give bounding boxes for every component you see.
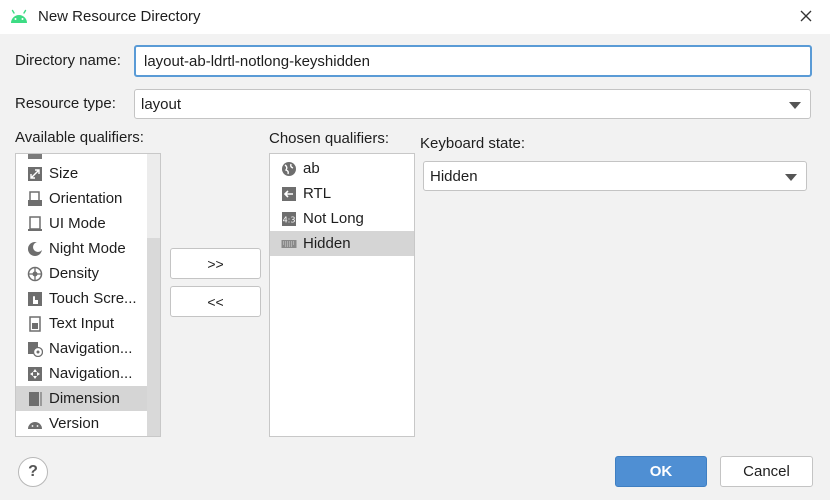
resource-type-label: Resource type: (15, 95, 116, 112)
density-icon (27, 266, 43, 282)
list-item-label: Not Long (303, 210, 364, 227)
list-item-label: Orientation (49, 190, 123, 207)
navigation-icon (27, 341, 43, 357)
orientation-icon (27, 190, 43, 207)
rtl-arrow-icon (281, 186, 297, 202)
svg-text:4:3: 4:3 (283, 215, 296, 224)
list-item[interactable]: Touch Scre... (16, 286, 149, 311)
size-icon (27, 166, 43, 182)
list-item[interactable]: UI Mode (16, 211, 149, 236)
title-bar: New Resource Directory (0, 0, 830, 34)
list-item-label: RTL (303, 185, 332, 202)
directory-name-label: Directory name: (15, 52, 121, 69)
list-item[interactable]: Navigation... (16, 361, 149, 386)
clipped-item-icon (28, 154, 42, 159)
list-item-label: Size (49, 165, 79, 182)
touch-screen-icon (27, 291, 43, 307)
resource-type-value: layout (141, 96, 182, 113)
list-item-label: UI Mode (49, 215, 106, 232)
remove-qualifier-button[interactable]: << (170, 286, 261, 317)
chevron-down-icon (789, 102, 801, 109)
ratio-icon: 4:3 (281, 211, 297, 227)
resource-type-dropdown[interactable]: layout (134, 89, 811, 119)
list-item[interactable]: ab (270, 156, 414, 181)
available-qualifiers-list[interactable]: Size Orientation UI Mode Night Mode Dens… (15, 153, 161, 437)
list-item[interactable]: RTL (270, 181, 414, 206)
scrollbar-thumb[interactable] (147, 238, 160, 436)
directory-name-input[interactable] (134, 45, 812, 77)
android-icon (27, 416, 43, 432)
help-button[interactable]: ? (18, 457, 48, 487)
keyboard-state-label: Keyboard state: (420, 135, 526, 152)
cancel-button[interactable]: Cancel (720, 456, 813, 487)
available-qualifiers-label: Available qualifiers: (15, 129, 144, 146)
text-input-icon (27, 315, 43, 332)
list-item[interactable]: Text Input (16, 311, 149, 336)
list-item-label: Hidden (303, 235, 351, 252)
list-item[interactable]: Orientation (16, 186, 149, 211)
list-item[interactable]: Dimension (16, 386, 160, 411)
list-item-label: Navigation... (49, 365, 133, 382)
add-qualifier-button[interactable]: >> (170, 248, 261, 279)
list-item-label: Night Mode (49, 240, 126, 257)
list-item-label: Version (49, 415, 100, 432)
list-item[interactable]: 4:3 Not Long (270, 206, 414, 231)
globe-icon (281, 161, 297, 177)
window-title: New Resource Directory (38, 8, 201, 25)
chevron-down-icon (785, 174, 797, 181)
keyboard-state-value: Hidden (430, 168, 478, 185)
ui-mode-icon (27, 215, 43, 232)
close-button[interactable] (796, 6, 816, 26)
list-item[interactable]: Size (16, 161, 149, 186)
close-icon (800, 10, 812, 22)
keyboard-icon (281, 236, 297, 252)
dimension-icon (27, 391, 43, 407)
ok-button[interactable]: OK (615, 456, 707, 487)
list-item-label: Touch Scre... (49, 290, 137, 307)
chosen-qualifiers-label: Chosen qualifiers: (269, 130, 390, 147)
chosen-qualifiers-list[interactable]: ab RTL 4:3 Not Long Hidden (269, 153, 415, 437)
list-item-label: Text Input (49, 315, 115, 332)
android-studio-icon (11, 9, 27, 23)
list-item-label: Navigation... (49, 340, 133, 357)
list-item[interactable]: Navigation... (16, 336, 149, 361)
list-item[interactable]: Version (16, 411, 149, 436)
available-scrollbar[interactable] (147, 154, 160, 436)
list-item[interactable]: Density (16, 261, 149, 286)
list-item-label: Dimension (49, 390, 120, 407)
night-mode-icon (27, 241, 43, 257)
list-item[interactable]: Hidden (270, 231, 414, 256)
list-item-label: Density (49, 265, 100, 282)
list-item-label: ab (303, 160, 320, 177)
navigation-icon (27, 366, 43, 382)
list-item[interactable]: Night Mode (16, 236, 149, 261)
keyboard-state-dropdown[interactable]: Hidden (423, 161, 807, 191)
